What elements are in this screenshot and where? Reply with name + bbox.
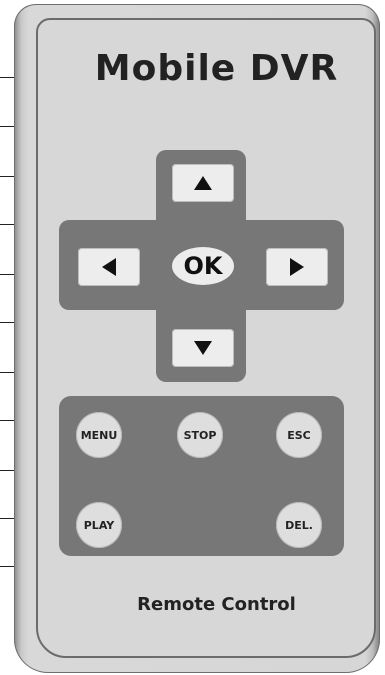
play-button[interactable]: PLAY [76,502,122,548]
triangle-down-icon [194,341,212,355]
stop-button[interactable]: STOP [177,412,223,458]
right-button[interactable] [266,248,328,286]
triangle-left-icon [102,258,116,276]
remote-title: Mobile DVR [94,48,339,89]
triangle-right-icon [290,258,304,276]
esc-button[interactable]: ESC [276,412,322,458]
remote-subtitle: Remote Control [137,594,296,615]
down-button[interactable] [172,329,234,367]
triangle-up-icon [194,176,212,190]
delete-button[interactable]: DEL. [276,502,322,548]
ok-button[interactable]: OK [172,247,234,285]
up-button[interactable] [172,164,234,202]
menu-button[interactable]: MENU [76,412,122,458]
left-button[interactable] [78,248,140,286]
